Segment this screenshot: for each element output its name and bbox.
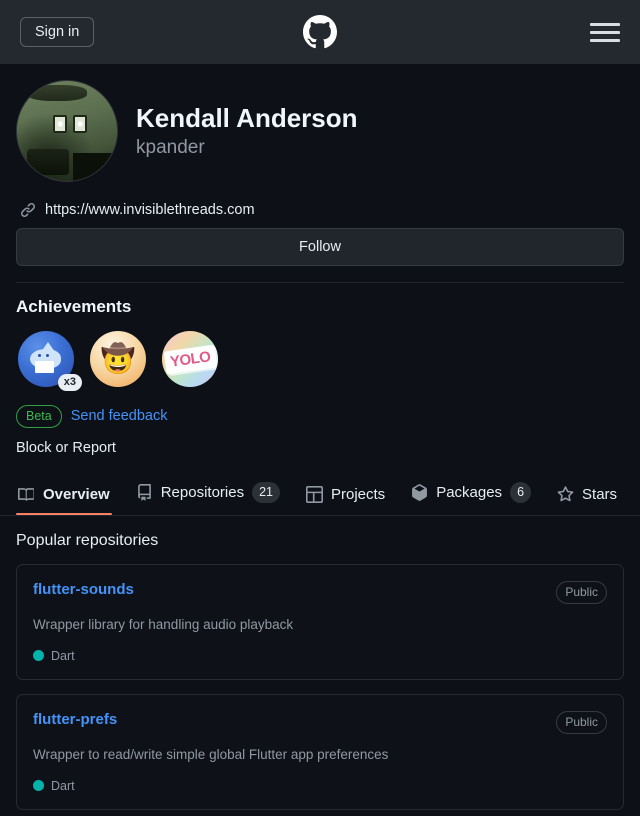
achievements-badge-list: x3 🤠 YOLO [16, 329, 624, 391]
profile-section: Kendall Anderson kpander https://www.inv… [0, 64, 640, 456]
project-table-icon [306, 485, 323, 503]
repo-meta: Dart [33, 765, 607, 793]
repo-name-link[interactable]: flutter-prefs [33, 711, 117, 728]
achievement-badge-pull-shark[interactable]: x3 [16, 329, 82, 391]
profile-identity: Kendall Anderson kpander [16, 80, 624, 196]
profile-nav-tabs: Overview Repositories 21 Projects Packag… [16, 474, 624, 515]
tab-label: Overview [43, 485, 110, 503]
hamburger-bar [590, 38, 620, 42]
repo-visibility-badge: Public [556, 710, 607, 734]
achievements-section: Achievements x3 🤠 YOLO Beta Send feedbac… [16, 283, 624, 456]
repo-header: flutter-sounds Public [33, 580, 607, 604]
repo-icon [137, 483, 151, 501]
block-or-report-link[interactable]: Block or Report [16, 428, 624, 456]
avatar-detail [73, 153, 113, 181]
tab-repositories[interactable]: Repositories 21 [134, 474, 282, 515]
profile-website-url: https://www.invisiblethreads.com [45, 202, 255, 218]
github-mark-icon[interactable] [303, 15, 337, 49]
avatar-detail [27, 85, 87, 101]
achievements-feedback-row: Beta Send feedback [16, 389, 624, 428]
sign-in-button[interactable]: Sign in [20, 16, 95, 48]
hamburger-menu-icon[interactable] [590, 22, 620, 42]
repo-card[interactable]: flutter-sounds Public Wrapper library fo… [16, 563, 624, 680]
avatar-detail [27, 149, 69, 175]
tab-label: Repositories [160, 483, 245, 501]
profile-username: kpander [136, 137, 205, 159]
repo-card[interactable]: flutter-prefs Public Wrapper to read/wri… [16, 693, 624, 810]
tab-label: Projects [331, 485, 386, 503]
language-color-dot [33, 780, 44, 792]
language-color-dot [33, 650, 44, 662]
repo-visibility-badge: Public [556, 580, 607, 604]
tab-projects[interactable]: Projects [304, 478, 387, 515]
send-feedback-link[interactable]: Send feedback [71, 408, 168, 424]
shark-icon [26, 342, 66, 376]
beta-badge: Beta [16, 405, 62, 428]
achievement-badge-quickdraw[interactable]: 🤠 [88, 329, 148, 389]
profile-website[interactable]: https://www.invisiblethreads.com [16, 196, 624, 228]
book-icon [18, 487, 34, 501]
repo-language: Dart [51, 778, 75, 793]
repo-meta: Dart [33, 635, 607, 663]
tab-count: 21 [252, 481, 280, 503]
popular-repositories-title: Popular repositories [16, 531, 159, 549]
badge-disc: 🤠 [90, 331, 146, 387]
repo-language: Dart [51, 648, 75, 663]
profile-nav: Overview Repositories 21 Projects Packag… [0, 474, 640, 516]
popular-repositories-section: Popular repositories flutter-sounds Publ… [0, 516, 640, 816]
tab-stars[interactable]: Stars [555, 478, 619, 515]
tab-packages[interactable]: Packages 6 [409, 474, 533, 515]
avatar[interactable] [16, 80, 118, 182]
achievement-multiplier: x3 [57, 373, 82, 391]
hamburger-bar [590, 30, 620, 34]
repo-header: flutter-prefs Public [33, 710, 607, 734]
avatar-detail [73, 115, 87, 133]
tab-overview[interactable]: Overview [16, 478, 112, 515]
star-icon [557, 485, 574, 501]
achievements-title: Achievements [16, 297, 132, 316]
repo-description: Wrapper library for handling audio playb… [33, 616, 294, 632]
tab-label: Stars [582, 485, 618, 503]
follow-button[interactable]: Follow [16, 228, 624, 266]
link-icon [21, 203, 35, 217]
profile-names: Kendall Anderson kpander [136, 102, 358, 160]
profile-full-name: Kendall Anderson [136, 102, 358, 133]
achievement-badge-yolo[interactable]: YOLO [160, 329, 220, 389]
top-header: Sign in [0, 0, 640, 64]
repo-name-link[interactable]: flutter-sounds [33, 581, 134, 598]
avatar-detail [53, 115, 67, 133]
hamburger-bar [590, 22, 620, 26]
tab-count: 6 [510, 481, 532, 503]
yolo-text: YOLO [163, 344, 217, 374]
cowboy-emoji-icon: 🤠 [100, 343, 136, 374]
repo-description: Wrapper to read/write simple global Flut… [33, 746, 389, 762]
package-cube-icon [412, 483, 428, 501]
tab-label: Packages [436, 483, 503, 501]
badge-disc: YOLO [162, 331, 218, 387]
